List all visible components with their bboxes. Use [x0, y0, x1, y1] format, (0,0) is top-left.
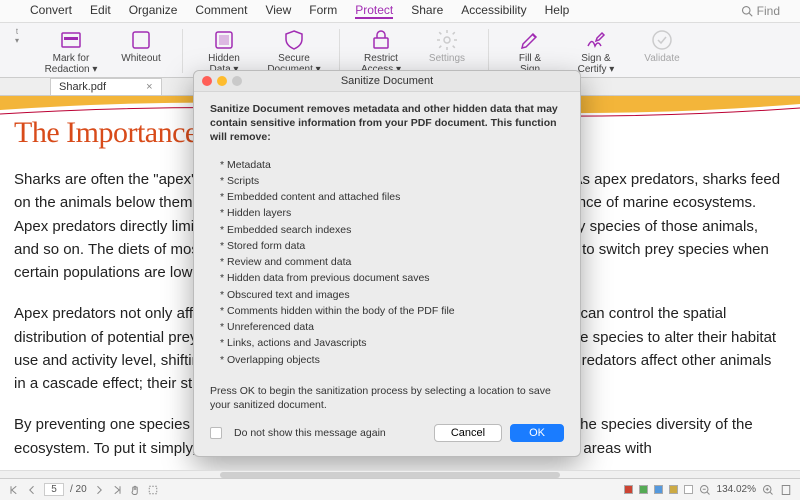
list-item: Scripts: [220, 173, 564, 189]
dialog-body: Sanitize Document removes metadata and o…: [194, 92, 580, 456]
separator: [488, 29, 489, 73]
window-traffic-lights[interactable]: [202, 76, 242, 86]
horizontal-scrollbar[interactable]: [0, 470, 800, 478]
menu-bar: Convert Edit Organize Comment View Form …: [0, 0, 800, 23]
color-swatch[interactable]: [639, 485, 648, 494]
list-item: Review and comment data: [220, 254, 564, 270]
dialog-actions: Do not show this message again Cancel OK: [210, 418, 564, 446]
tool-label: Whiteout: [121, 53, 160, 64]
close-window-icon[interactable]: [202, 76, 212, 86]
tool-validate[interactable]: Validate: [635, 27, 689, 64]
status-bar: 5 / 20 134.02%: [0, 478, 800, 500]
tool-sign-certify[interactable]: Sign & Certify ▾: [569, 27, 623, 75]
color-swatch[interactable]: [669, 485, 678, 494]
document-tab[interactable]: Shark.pdf ×: [50, 78, 162, 95]
menu-organize[interactable]: Organize: [129, 3, 178, 19]
menu-protect[interactable]: Protect: [355, 3, 393, 19]
menu-share[interactable]: Share: [411, 3, 443, 19]
zoom-window-icon[interactable]: [232, 76, 242, 86]
dont-show-label: Do not show this message again: [234, 427, 386, 439]
list-item: Metadata: [220, 157, 564, 173]
menu-view[interactable]: View: [265, 3, 291, 19]
dont-show-checkbox[interactable]: [210, 427, 222, 439]
separator: [339, 29, 340, 73]
list-item: Unreferenced data: [220, 319, 564, 335]
last-page-icon[interactable]: [111, 484, 123, 496]
search-icon: [741, 5, 753, 17]
menu-edit[interactable]: Edit: [90, 3, 111, 19]
page-number-field[interactable]: 5: [44, 483, 64, 496]
close-icon[interactable]: ×: [146, 81, 152, 93]
next-page-icon[interactable]: [93, 484, 105, 496]
list-item: Comments hidden within the body of the P…: [220, 303, 564, 319]
menu-convert[interactable]: Convert: [30, 3, 72, 19]
find-label: Find: [757, 4, 780, 18]
page-total: / 20: [70, 484, 87, 495]
zoom-out-icon[interactable]: [699, 484, 711, 496]
tool-mark-for-redaction[interactable]: Mark for Redaction ▾: [40, 27, 102, 75]
tab-filename: Shark.pdf: [59, 81, 106, 93]
tool-restrict-access[interactable]: Restrict Access ▾: [354, 27, 408, 75]
tool-label: Settings: [429, 53, 465, 64]
list-item: Hidden data from previous document saves: [220, 270, 564, 286]
prev-page-icon[interactable]: [26, 484, 38, 496]
sanitize-document-dialog: Sanitize Document Sanitize Document remo…: [193, 70, 581, 457]
menu-comment[interactable]: Comment: [195, 3, 247, 19]
tool-label: Mark for Redaction ▾: [45, 53, 98, 75]
list-item: Embedded search indexes: [220, 222, 564, 238]
first-page-icon[interactable]: [8, 484, 20, 496]
ok-button[interactable]: OK: [510, 424, 564, 442]
fit-page-icon[interactable]: [780, 484, 792, 496]
cancel-button[interactable]: Cancel: [434, 424, 502, 442]
select-tool-icon[interactable]: [147, 484, 159, 496]
list-item: Overlapping objects: [220, 352, 564, 368]
separator: [182, 29, 183, 73]
dialog-footer-text: Press OK to begin the sanitization proce…: [210, 376, 564, 418]
tool-fill-sign[interactable]: Fill & Sign: [503, 27, 557, 75]
list-item: Links, actions and Javascripts: [220, 335, 564, 351]
dialog-item-list: Metadata Scripts Embedded content and at…: [210, 153, 564, 376]
menu-accessibility[interactable]: Accessibility: [461, 3, 526, 19]
tool-secure-document[interactable]: Secure Document ▾: [263, 27, 325, 75]
ribbon-leading-chevron[interactable]: t▾: [6, 27, 28, 45]
find-field[interactable]: Find: [741, 3, 780, 19]
minimize-window-icon[interactable]: [217, 76, 227, 86]
list-item: Obscured text and images: [220, 287, 564, 303]
list-item: Stored form data: [220, 238, 564, 254]
dialog-lead-text: Sanitize Document removes metadata and o…: [210, 102, 564, 145]
list-item: Hidden layers: [220, 205, 564, 221]
tool-label: Validate: [644, 53, 679, 64]
hand-tool-icon[interactable]: [129, 484, 141, 496]
tool-label: Sign & Certify ▾: [578, 53, 615, 75]
dialog-titlebar[interactable]: Sanitize Document: [194, 71, 580, 92]
tool-settings[interactable]: Settings: [420, 27, 474, 64]
zoom-in-icon[interactable]: [762, 484, 774, 496]
menu-form[interactable]: Form: [309, 3, 337, 19]
zoom-level[interactable]: 134.02%: [717, 484, 756, 495]
color-swatch[interactable]: [684, 485, 693, 494]
color-swatch[interactable]: [654, 485, 663, 494]
dialog-title: Sanitize Document: [341, 75, 433, 87]
tool-whiteout[interactable]: Whiteout: [114, 27, 168, 64]
color-swatch[interactable]: [624, 485, 633, 494]
list-item: Embedded content and attached files: [220, 189, 564, 205]
menu-help[interactable]: Help: [545, 3, 570, 19]
tool-hidden-data[interactable]: Hidden Data ▾: [197, 27, 251, 75]
